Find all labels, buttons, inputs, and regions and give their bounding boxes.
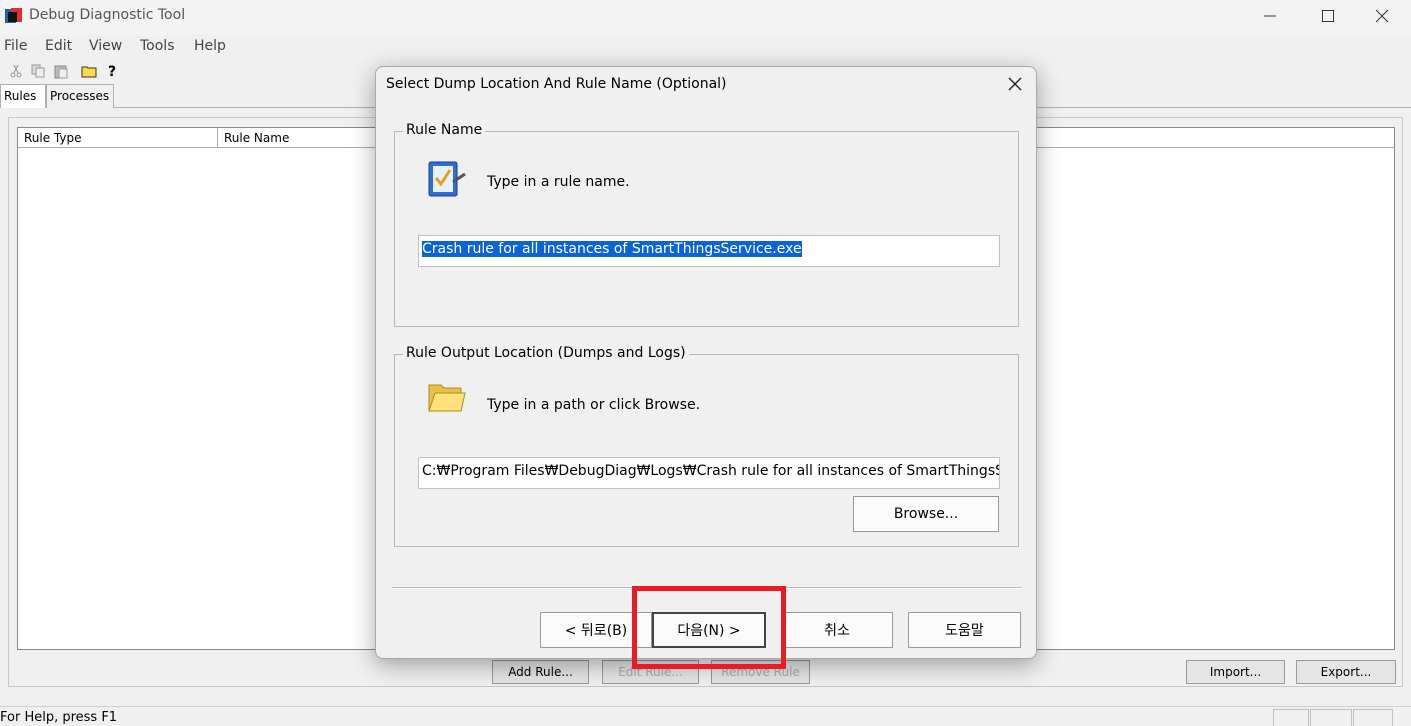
minimize-button[interactable] bbox=[1241, 0, 1299, 32]
rule-name-prompt: Type in a rule name. bbox=[487, 174, 630, 190]
close-button[interactable] bbox=[1353, 0, 1411, 32]
dialog-title: Select Dump Location And Rule Name (Opti… bbox=[386, 76, 727, 92]
title-bar: Debug Diagnostic Tool bbox=[0, 0, 1411, 34]
rule-name-group: Rule Name Type in a rule name. Crash rul… bbox=[394, 122, 1019, 327]
status-bar: For Help, press F1 bbox=[0, 706, 1411, 726]
close-icon bbox=[1375, 9, 1389, 23]
status-pane-3 bbox=[1353, 709, 1393, 726]
toolbar: ? bbox=[0, 60, 200, 82]
help-pointer-icon[interactable]: ? bbox=[105, 63, 121, 79]
export-label: Export... bbox=[1320, 665, 1372, 679]
window-title: Debug Diagnostic Tool bbox=[29, 7, 186, 23]
menu-file[interactable]: File bbox=[4, 38, 27, 54]
tab-rules[interactable]: Rules bbox=[0, 84, 46, 108]
close-icon bbox=[1008, 77, 1022, 91]
rule-name-value: Crash rule for all instances of SmartThi… bbox=[422, 241, 802, 257]
import-button[interactable]: Import... bbox=[1186, 660, 1285, 684]
menu-help[interactable]: Help bbox=[194, 38, 226, 54]
maximize-icon bbox=[1322, 10, 1334, 22]
column-rule-type[interactable]: Rule Type bbox=[18, 128, 218, 148]
next-button-highlight bbox=[632, 586, 786, 669]
output-path-value: C:₩Program Files₩DebugDiag₩Logs₩Crash ru… bbox=[422, 463, 1000, 479]
export-button[interactable]: Export... bbox=[1296, 660, 1396, 684]
menu-tools[interactable]: Tools bbox=[140, 38, 175, 54]
dialog-close-button[interactable] bbox=[1002, 71, 1028, 97]
minimize-icon bbox=[1264, 15, 1276, 17]
browse-button[interactable]: Browse... bbox=[853, 496, 999, 532]
folder-icon bbox=[428, 384, 466, 412]
menu-bar: File Edit View Tools Help bbox=[0, 34, 1411, 58]
browse-label: Browse... bbox=[893, 506, 959, 522]
output-location-group: Rule Output Location (Dumps and Logs) Ty… bbox=[394, 345, 1019, 547]
output-group-label: Rule Output Location (Dumps and Logs) bbox=[403, 345, 689, 361]
rule-checklist-icon bbox=[428, 161, 466, 197]
dump-location-dialog: Select Dump Location And Rule Name (Opti… bbox=[375, 66, 1037, 659]
menu-edit[interactable]: Edit bbox=[45, 38, 72, 54]
status-pane-1 bbox=[1273, 709, 1309, 726]
back-label: < 뒤로(B) bbox=[564, 623, 628, 639]
rule-name-input[interactable]: Crash rule for all instances of SmartThi… bbox=[418, 235, 1000, 267]
cancel-label: 취소 bbox=[824, 623, 850, 639]
status-text: For Help, press F1 bbox=[0, 710, 118, 725]
open-folder-icon[interactable] bbox=[81, 63, 97, 79]
paste-icon[interactable] bbox=[53, 63, 69, 79]
output-prompt: Type in a path or click Browse. bbox=[487, 397, 701, 413]
help-button[interactable]: 도움말 bbox=[908, 612, 1021, 648]
cut-icon[interactable] bbox=[8, 63, 24, 79]
help-label: 도움말 bbox=[945, 623, 984, 639]
cancel-button[interactable]: 취소 bbox=[781, 612, 893, 648]
tab-processes[interactable]: Processes bbox=[46, 84, 114, 108]
maximize-button[interactable] bbox=[1299, 0, 1357, 32]
import-label: Import... bbox=[1209, 665, 1262, 679]
status-pane-2 bbox=[1310, 709, 1352, 726]
app-icon bbox=[5, 8, 22, 23]
svg-text:?: ? bbox=[108, 64, 116, 79]
add-rule-button[interactable]: Add Rule... bbox=[492, 660, 589, 684]
rule-name-group-label: Rule Name bbox=[403, 122, 486, 138]
output-path-input[interactable]: C:₩Program Files₩DebugDiag₩Logs₩Crash ru… bbox=[418, 457, 1000, 489]
add-rule-label: Add Rule... bbox=[508, 665, 573, 679]
menu-view[interactable]: View bbox=[89, 38, 122, 54]
copy-icon[interactable] bbox=[30, 63, 46, 79]
